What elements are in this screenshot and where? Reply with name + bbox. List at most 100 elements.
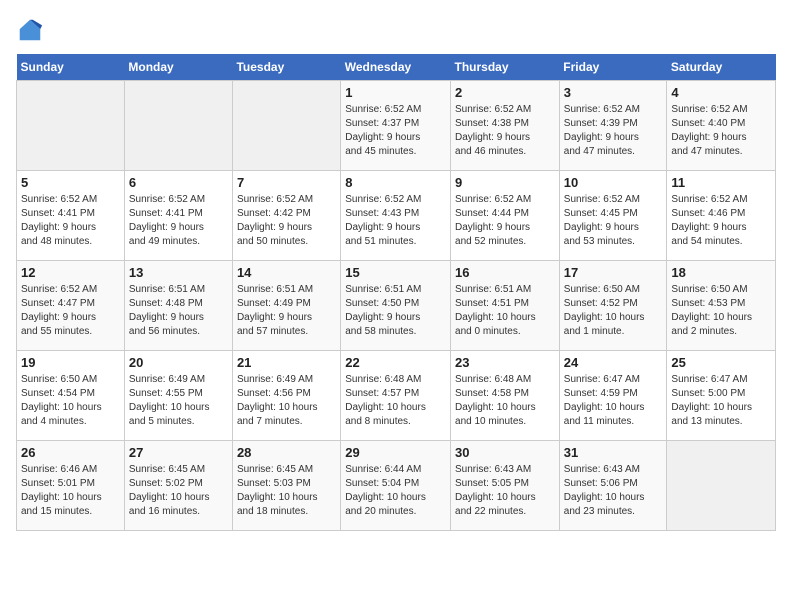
calendar-cell: 7Sunrise: 6:52 AM Sunset: 4:42 PM Daylig… — [232, 171, 340, 261]
day-info: Sunrise: 6:46 AM Sunset: 5:01 PM Dayligh… — [21, 463, 120, 519]
weekday-header-saturday: Saturday — [667, 54, 776, 81]
day-number: 6 — [129, 175, 228, 190]
calendar-week-row: 12 Sunrise: 6:52 AM Sunset: 4:47 PM Dayli… — [17, 261, 776, 351]
day-info: Sunrise: 6:51 AM Sunset: 4:51 PM Dayligh… — [455, 283, 555, 339]
calendar-table: SundayMondayTuesdayWednesdayThursdayFrid… — [16, 54, 776, 531]
day-number: 28 — [237, 445, 336, 460]
day-number: 30 — [455, 445, 555, 460]
day-info: Sunrise: 6:52 AM Sunset: 4:46 PM Dayligh… — [671, 193, 771, 249]
day-number: 5 — [21, 175, 120, 190]
calendar-cell: 20Sunrise: 6:49 AM Sunset: 4:55 PM Dayli… — [124, 351, 232, 441]
day-number: 22 — [345, 355, 446, 370]
calendar-week-row: 5 Sunrise: 6:52 AM Sunset: 4:41 PM Daylig… — [17, 171, 776, 261]
day-info: Sunrise: 6:48 AM Sunset: 4:58 PM Dayligh… — [455, 373, 555, 429]
calendar-cell: 16 Sunrise: 6:51 AM Sunset: 4:51 PM Dayli… — [451, 261, 560, 351]
day-number: 23 — [455, 355, 555, 370]
day-info: Sunrise: 6:52 AM Sunset: 4:45 PM Dayligh… — [564, 193, 663, 249]
calendar-cell: 10 Sunrise: 6:52 AM Sunset: 4:45 PM Dayli… — [559, 171, 667, 261]
calendar-cell: 18 Sunrise: 6:50 AM Sunset: 4:53 PM Dayli… — [667, 261, 776, 351]
weekday-header-wednesday: Wednesday — [341, 54, 451, 81]
day-info: Sunrise: 6:51 AM Sunset: 4:49 PM Dayligh… — [237, 283, 336, 339]
day-info: Sunrise: 6:49 AM Sunset: 4:56 PM Dayligh… — [237, 373, 336, 429]
calendar-cell: 3 Sunrise: 6:52 AM Sunset: 4:39 PM Daylig… — [559, 81, 667, 171]
logo-icon — [16, 16, 44, 44]
day-info: Sunrise: 6:48 AM Sunset: 4:57 PM Dayligh… — [345, 373, 446, 429]
day-info: Sunrise: 6:52 AM Sunset: 4:39 PM Dayligh… — [564, 103, 663, 159]
calendar-cell: 19Sunrise: 6:50 AM Sunset: 4:54 PM Dayli… — [17, 351, 125, 441]
calendar-cell: 26 Sunrise: 6:46 AM Sunset: 5:01 PM Dayli… — [17, 441, 125, 531]
calendar-cell: 21 Sunrise: 6:49 AM Sunset: 4:56 PM Dayli… — [232, 351, 340, 441]
day-info: Sunrise: 6:52 AM Sunset: 4:41 PM Dayligh… — [129, 193, 228, 249]
day-number: 31 — [564, 445, 663, 460]
calendar-cell — [17, 81, 125, 171]
day-info: Sunrise: 6:47 AM Sunset: 4:59 PM Dayligh… — [564, 373, 663, 429]
calendar-week-row: 1 Sunrise: 6:52 AM Sunset: 4:37 PM Daylig… — [17, 81, 776, 171]
weekday-header-thursday: Thursday — [451, 54, 560, 81]
calendar-cell: 13 Sunrise: 6:51 AM Sunset: 4:48 PM Dayli… — [124, 261, 232, 351]
day-info: Sunrise: 6:51 AM Sunset: 4:50 PM Dayligh… — [345, 283, 446, 339]
calendar-cell: 4Sunrise: 6:52 AM Sunset: 4:40 PM Daylig… — [667, 81, 776, 171]
day-number: 1 — [345, 85, 446, 100]
calendar-cell: 6 Sunrise: 6:52 AM Sunset: 4:41 PM Daylig… — [124, 171, 232, 261]
day-number: 20 — [129, 355, 228, 370]
day-info: Sunrise: 6:51 AM Sunset: 4:48 PM Dayligh… — [129, 283, 228, 339]
calendar-cell: 27Sunrise: 6:45 AM Sunset: 5:02 PM Dayli… — [124, 441, 232, 531]
calendar-cell: 8 Sunrise: 6:52 AM Sunset: 4:43 PM Daylig… — [341, 171, 451, 261]
calendar-cell: 5 Sunrise: 6:52 AM Sunset: 4:41 PM Daylig… — [17, 171, 125, 261]
calendar-cell: 25Sunrise: 6:47 AM Sunset: 5:00 PM Dayli… — [667, 351, 776, 441]
calendar-cell: 29 Sunrise: 6:44 AM Sunset: 5:04 PM Dayli… — [341, 441, 451, 531]
day-info: Sunrise: 6:52 AM Sunset: 4:37 PM Dayligh… — [345, 103, 446, 159]
calendar-cell: 9 Sunrise: 6:52 AM Sunset: 4:44 PM Daylig… — [451, 171, 560, 261]
day-info: Sunrise: 6:52 AM Sunset: 4:41 PM Dayligh… — [21, 193, 120, 249]
day-info: Sunrise: 6:44 AM Sunset: 5:04 PM Dayligh… — [345, 463, 446, 519]
day-info: Sunrise: 6:52 AM Sunset: 4:38 PM Dayligh… — [455, 103, 555, 159]
day-number: 21 — [237, 355, 336, 370]
day-number: 3 — [564, 85, 663, 100]
page-header — [16, 16, 776, 44]
day-info: Sunrise: 6:45 AM Sunset: 5:03 PM Dayligh… — [237, 463, 336, 519]
day-info: Sunrise: 6:52 AM Sunset: 4:42 PM Dayligh… — [237, 193, 336, 249]
day-number: 16 — [455, 265, 555, 280]
weekday-header-sunday: Sunday — [17, 54, 125, 81]
day-info: Sunrise: 6:45 AM Sunset: 5:02 PM Dayligh… — [129, 463, 228, 519]
day-info: Sunrise: 6:47 AM Sunset: 5:00 PM Dayligh… — [671, 373, 771, 429]
day-number: 9 — [455, 175, 555, 190]
day-info: Sunrise: 6:52 AM Sunset: 4:43 PM Dayligh… — [345, 193, 446, 249]
weekday-header-tuesday: Tuesday — [232, 54, 340, 81]
calendar-cell: 31 Sunrise: 6:43 AM Sunset: 5:06 PM Dayli… — [559, 441, 667, 531]
calendar-cell: 22 Sunrise: 6:48 AM Sunset: 4:57 PM Dayli… — [341, 351, 451, 441]
day-number: 26 — [21, 445, 120, 460]
calendar-cell: 14 Sunrise: 6:51 AM Sunset: 4:49 PM Dayli… — [232, 261, 340, 351]
day-number: 12 — [21, 265, 120, 280]
day-number: 10 — [564, 175, 663, 190]
calendar-cell: 1 Sunrise: 6:52 AM Sunset: 4:37 PM Daylig… — [341, 81, 451, 171]
day-number: 2 — [455, 85, 555, 100]
day-info: Sunrise: 6:50 AM Sunset: 4:52 PM Dayligh… — [564, 283, 663, 339]
day-info: Sunrise: 6:43 AM Sunset: 5:05 PM Dayligh… — [455, 463, 555, 519]
day-number: 11 — [671, 175, 771, 190]
calendar-cell: 11 Sunrise: 6:52 AM Sunset: 4:46 PM Dayli… — [667, 171, 776, 261]
day-info: Sunrise: 6:43 AM Sunset: 5:06 PM Dayligh… — [564, 463, 663, 519]
day-number: 29 — [345, 445, 446, 460]
calendar-cell — [667, 441, 776, 531]
calendar-cell — [232, 81, 340, 171]
calendar-cell: 28 Sunrise: 6:45 AM Sunset: 5:03 PM Dayli… — [232, 441, 340, 531]
calendar-header: SundayMondayTuesdayWednesdayThursdayFrid… — [17, 54, 776, 81]
calendar-week-row: 19Sunrise: 6:50 AM Sunset: 4:54 PM Dayli… — [17, 351, 776, 441]
calendar-cell — [124, 81, 232, 171]
day-number: 24 — [564, 355, 663, 370]
calendar-cell: 12 Sunrise: 6:52 AM Sunset: 4:47 PM Dayli… — [17, 261, 125, 351]
day-number: 17 — [564, 265, 663, 280]
day-number: 13 — [129, 265, 228, 280]
calendar-cell: 30 Sunrise: 6:43 AM Sunset: 5:05 PM Dayli… — [451, 441, 560, 531]
day-number: 19 — [21, 355, 120, 370]
day-number: 18 — [671, 265, 771, 280]
weekday-header-friday: Friday — [559, 54, 667, 81]
calendar-cell: 2 Sunrise: 6:52 AM Sunset: 4:38 PM Daylig… — [451, 81, 560, 171]
day-info: Sunrise: 6:50 AM Sunset: 4:53 PM Dayligh… — [671, 283, 771, 339]
calendar-week-row: 26 Sunrise: 6:46 AM Sunset: 5:01 PM Dayli… — [17, 441, 776, 531]
day-info: Sunrise: 6:52 AM Sunset: 4:44 PM Dayligh… — [455, 193, 555, 249]
day-info: Sunrise: 6:52 AM Sunset: 4:47 PM Dayligh… — [21, 283, 120, 339]
day-number: 8 — [345, 175, 446, 190]
day-number: 14 — [237, 265, 336, 280]
